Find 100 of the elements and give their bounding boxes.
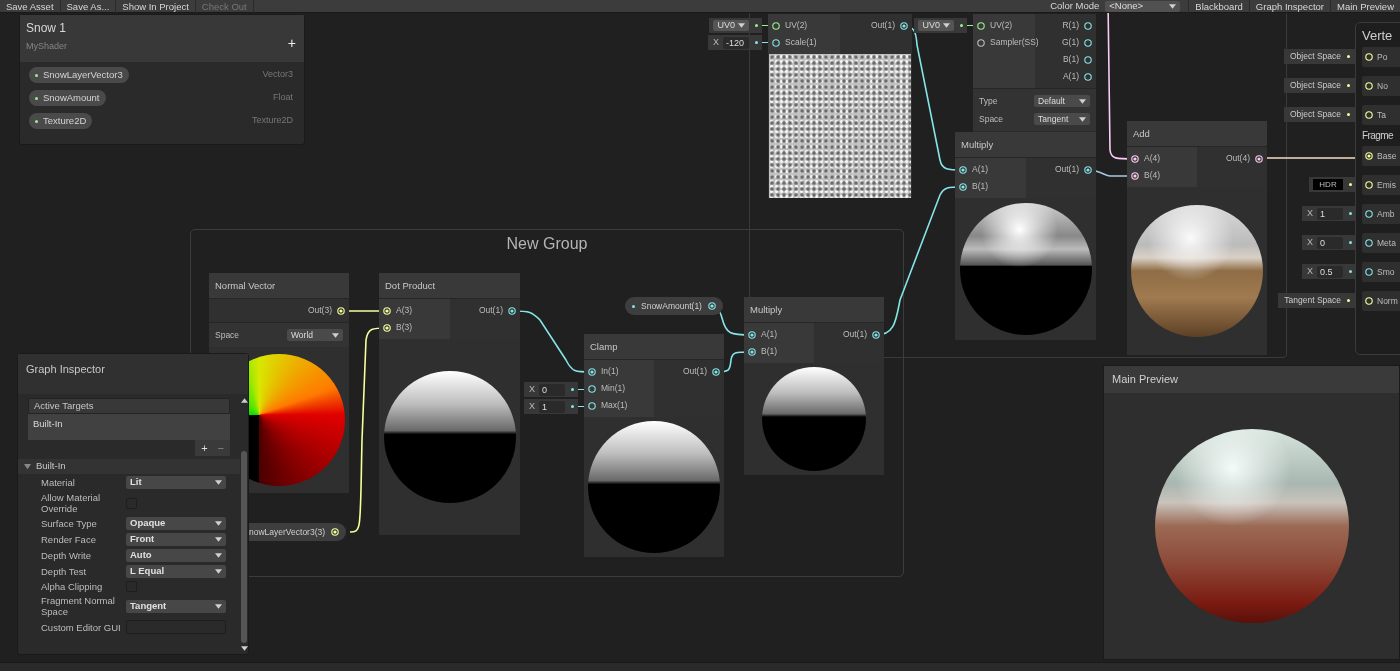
block-node[interactable]: Ta — [1362, 105, 1400, 125]
context-title: Verte — [1362, 27, 1394, 45]
port-icon[interactable] — [748, 330, 756, 339]
port-label: Emis — [1377, 178, 1396, 192]
port-icon[interactable] — [712, 367, 720, 376]
port-label: UV(2) — [785, 19, 808, 32]
port-icon[interactable] — [1084, 165, 1092, 174]
number-field[interactable]: 0 — [1317, 236, 1343, 249]
toolbar-button[interactable]: Main Preview — [1329, 0, 1400, 13]
port-icon[interactable] — [1084, 38, 1092, 47]
dropdown[interactable]: Lit — [126, 476, 226, 489]
axis-label: X — [1307, 264, 1313, 278]
port-label: Meta — [1377, 236, 1396, 250]
group-title[interactable]: New Group — [506, 232, 588, 252]
number-field[interactable]: -120 — [723, 36, 749, 49]
caret-icon — [1169, 3, 1177, 9]
dropdown[interactable]: Front — [126, 533, 226, 546]
port-icon[interactable] — [772, 21, 780, 30]
property-pill[interactable]: SnowAmount — [29, 90, 106, 106]
port-icon[interactable] — [1365, 239, 1373, 247]
field-label: Allow Material Override — [41, 492, 102, 514]
property-type: Float — [273, 91, 294, 105]
space-label: Object Space — [1289, 108, 1341, 121]
number-field[interactable]: 0.5 — [1317, 265, 1343, 278]
property-pill[interactable]: Texture2D — [29, 113, 93, 129]
property-type: Texture2D — [251, 114, 294, 128]
block-node[interactable]: Norm — [1362, 291, 1400, 311]
dropdown[interactable]: L Equal — [126, 565, 226, 578]
dropdown[interactable]: Opaque — [126, 517, 226, 530]
port-icon[interactable] — [1131, 171, 1139, 180]
field-label: Alpha Clipping — [41, 581, 104, 592]
toolbar-button[interactable]: Save Asset — [0, 0, 61, 13]
port-label: B(4) — [1144, 169, 1161, 182]
port-icon[interactable] — [977, 21, 985, 30]
port-icon[interactable] — [977, 38, 985, 47]
toolbar-button[interactable]: Blackboard — [1188, 0, 1249, 13]
property-node[interactable]: nowLayerVector3(3) — [249, 523, 347, 541]
block-node[interactable]: Emis — [1362, 175, 1400, 195]
uv-dropdown[interactable]: UV0 — [918, 20, 954, 31]
uv-dropdown[interactable]: UV0 — [713, 20, 749, 31]
color-mode-dropdown[interactable]: <None> — [1105, 0, 1181, 12]
graph-node[interactable]: UV(2) Scale(1) Out(1) — [768, 14, 912, 198]
block-node[interactable]: Base — [1362, 146, 1400, 166]
add-button[interactable]: + — [287, 36, 296, 50]
port-icon[interactable] — [588, 384, 596, 393]
property-node[interactable]: SnowAmount(1) — [625, 297, 723, 315]
port-icon[interactable] — [1084, 72, 1092, 81]
port-icon[interactable] — [707, 302, 716, 310]
port-label: Norm — [1377, 294, 1398, 308]
caret-icon — [943, 23, 950, 28]
scroll-up-icon[interactable] — [240, 398, 248, 403]
field-label: Material — [41, 477, 76, 488]
port-icon[interactable] — [588, 367, 596, 376]
add-button[interactable]: + — [201, 442, 208, 454]
port-icon[interactable] — [1131, 154, 1139, 163]
port-icon[interactable] — [1365, 210, 1373, 218]
port-icon[interactable] — [900, 21, 908, 30]
block-node[interactable]: Smo — [1362, 262, 1400, 282]
block-node[interactable]: Amb — [1362, 204, 1400, 224]
port-label: Out(4) — [1225, 152, 1250, 165]
blackboard-title: Snow 1 — [26, 20, 67, 36]
port-icon[interactable] — [959, 165, 967, 174]
port-icon[interactable] — [872, 330, 880, 339]
port-label: A(1) — [972, 163, 989, 176]
toolbar-button[interactable]: Save As... — [60, 0, 117, 13]
property-pill[interactable]: SnowLayerVector3 — [29, 67, 129, 83]
number-field[interactable]: 1 — [539, 400, 565, 413]
port-label: A(1) — [761, 328, 778, 341]
dropdown[interactable]: Tangent — [126, 599, 226, 613]
port-label: Max(1) — [601, 399, 628, 412]
number-field[interactable]: 1 — [1317, 207, 1343, 220]
number-field[interactable]: 0 — [539, 383, 565, 396]
port-icon[interactable] — [1084, 21, 1092, 30]
setting-dropdown[interactable]: Default — [1034, 95, 1090, 107]
dropdown[interactable]: Auto — [126, 549, 226, 562]
disclosure-triangle-icon[interactable] — [24, 463, 31, 470]
toolbar-button[interactable]: Show In Project — [116, 0, 196, 13]
color-swatch[interactable]: HDR — [1313, 179, 1343, 190]
port-label: A(3) — [396, 304, 413, 317]
port-icon[interactable] — [748, 347, 756, 356]
port-icon[interactable] — [1084, 55, 1092, 64]
section-header[interactable]: Built-In — [18, 459, 240, 474]
port-icon[interactable] — [508, 306, 516, 315]
setting-dropdown[interactable]: Tangent — [1034, 113, 1090, 125]
port-label: Ta — [1377, 108, 1386, 122]
port-icon[interactable] — [772, 38, 780, 47]
block-node[interactable]: Po — [1362, 47, 1400, 67]
setting-label: Type — [979, 94, 998, 108]
port-label: Amb — [1377, 207, 1395, 221]
port-label: Min(1) — [601, 382, 626, 395]
block-node[interactable]: Meta — [1362, 233, 1400, 253]
setting-dropdown[interactable]: World — [287, 329, 343, 341]
block-node[interactable]: No — [1362, 76, 1400, 96]
port-label: Smo — [1377, 265, 1395, 279]
toolbar-button[interactable]: Graph Inspector — [1248, 0, 1330, 13]
port-icon[interactable] — [588, 401, 596, 410]
port-icon[interactable] — [1365, 268, 1373, 276]
port-icon[interactable] — [1255, 154, 1263, 163]
scroll-down-icon[interactable] — [240, 646, 248, 651]
port-icon[interactable] — [959, 182, 967, 191]
